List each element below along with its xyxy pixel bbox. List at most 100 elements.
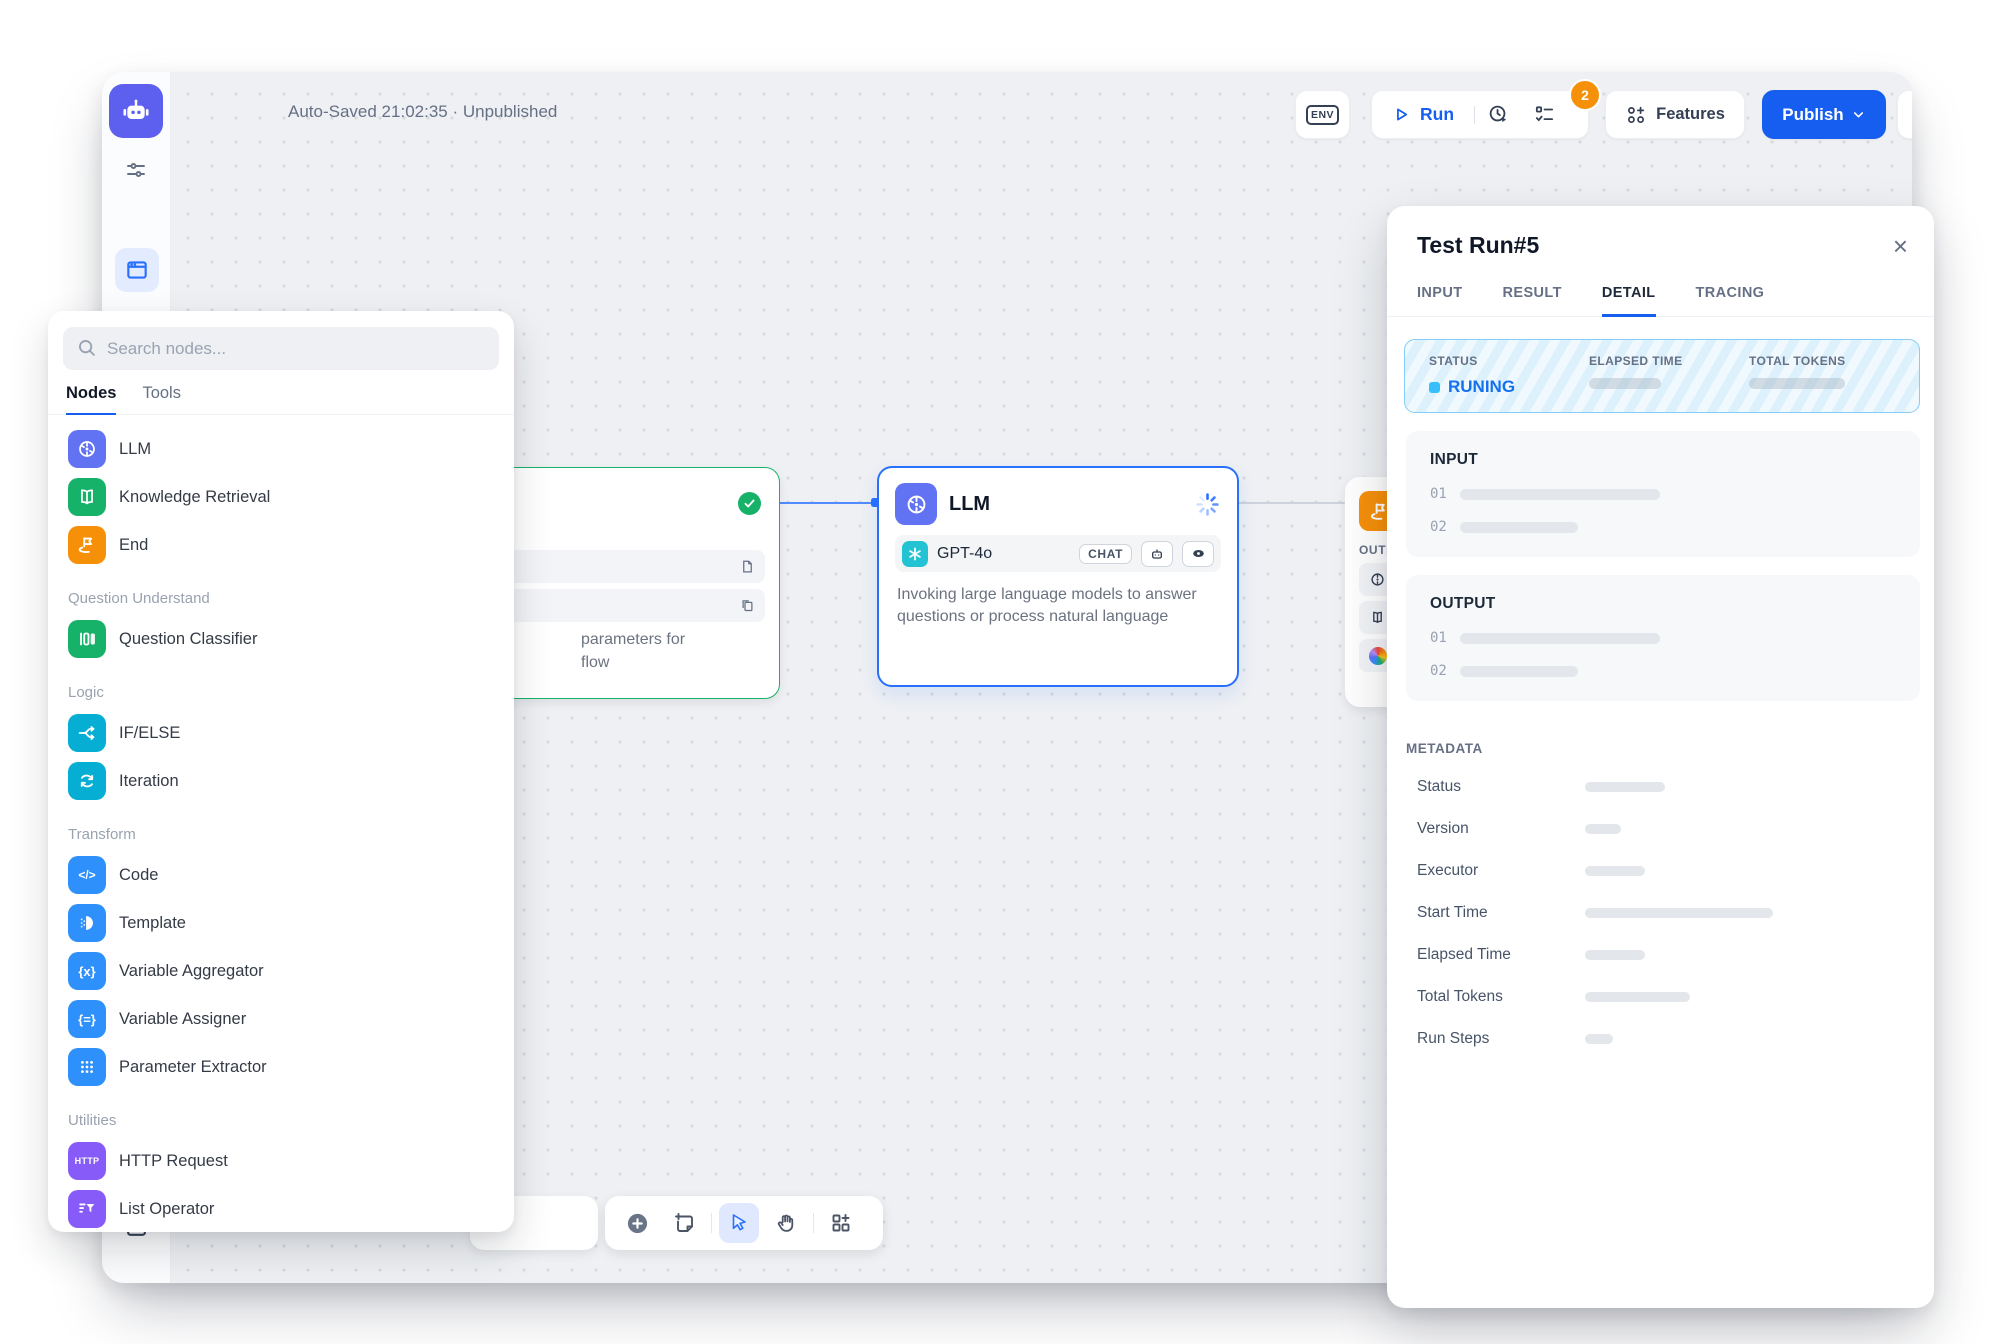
publish-button[interactable]: Publish bbox=[1762, 90, 1886, 139]
row-number: 01 bbox=[1430, 486, 1447, 502]
metadata-row: Executor bbox=[1417, 850, 1934, 892]
divider bbox=[711, 1213, 712, 1233]
row-number: 01 bbox=[1430, 630, 1447, 646]
node-item-code[interactable]: </> Code bbox=[60, 851, 502, 899]
hand-icon bbox=[774, 1211, 798, 1235]
model-name: GPT-4o bbox=[937, 545, 1070, 563]
workflow-settings-icon[interactable] bbox=[122, 156, 150, 184]
canvas-toolbar bbox=[605, 1196, 883, 1250]
search-icon bbox=[76, 337, 98, 359]
env-button[interactable]: ENV bbox=[1295, 90, 1350, 139]
skeleton-bar bbox=[1460, 633, 1660, 644]
openai-icon bbox=[902, 541, 928, 567]
workflow-editor: Auto-Saved 21:02:35 · Unpublished ENV Ru… bbox=[0, 0, 1992, 1344]
panel-title: Test Run#5 bbox=[1417, 232, 1893, 259]
play-icon bbox=[1392, 105, 1411, 124]
node-description: Invoking large language models to answer… bbox=[879, 572, 1237, 628]
skeleton-bar bbox=[1585, 992, 1690, 1002]
skeleton-bar bbox=[1585, 782, 1665, 792]
node-item-question-classifier[interactable]: Question Classifier bbox=[60, 615, 502, 663]
history-button[interactable] bbox=[1897, 90, 1912, 139]
node-item-template[interactable]: Template bbox=[60, 899, 502, 947]
vision-badge[interactable] bbox=[1182, 541, 1214, 567]
metadata-row: Start Time bbox=[1417, 892, 1934, 934]
book-mini-icon bbox=[1369, 609, 1386, 626]
running-spinner-icon bbox=[1194, 491, 1221, 518]
node-item-list-operator[interactable]: List Operator bbox=[60, 1185, 502, 1233]
total-tokens-label: TOTAL TOKENS bbox=[1749, 354, 1909, 368]
node-item-http-request[interactable]: HTTP HTTP Request bbox=[60, 1137, 502, 1185]
add-note-button[interactable] bbox=[664, 1203, 704, 1243]
chevron-down-icon bbox=[1851, 107, 1866, 122]
node-item-variable-assigner[interactable]: {=} Variable Assigner bbox=[60, 995, 502, 1043]
node-item-parameter-extractor[interactable]: Parameter Extractor bbox=[60, 1043, 502, 1091]
running-dot bbox=[1429, 382, 1440, 393]
pointer-tool-button[interactable] bbox=[719, 1203, 759, 1243]
edge-knowledge-to-llm[interactable] bbox=[776, 502, 877, 504]
skeleton-bar bbox=[1585, 866, 1645, 876]
skeleton-bar bbox=[1460, 489, 1660, 500]
branch-icon bbox=[68, 714, 106, 752]
success-check-badge bbox=[738, 492, 761, 515]
metadata-row: Run Steps bbox=[1417, 1018, 1934, 1060]
skeleton-bar bbox=[1585, 1034, 1613, 1044]
robot-icon bbox=[120, 95, 152, 127]
metadata-row: Version bbox=[1417, 808, 1934, 850]
search-nodes-input[interactable] bbox=[63, 327, 499, 370]
features-button[interactable]: Features bbox=[1605, 90, 1745, 139]
layout-organize-icon bbox=[829, 1211, 853, 1235]
node-item-knowledge-retrieval[interactable]: Knowledge Retrieval bbox=[60, 473, 502, 521]
autosave-status: Auto-Saved 21:02:35 · Unpublished bbox=[288, 102, 557, 122]
node-item-iteration[interactable]: Iteration bbox=[60, 757, 502, 805]
checklist-button[interactable] bbox=[1521, 103, 1567, 126]
input-title: INPUT bbox=[1430, 451, 1896, 469]
output-card: OUTPUT 01 02 bbox=[1406, 575, 1920, 701]
close-icon[interactable]: × bbox=[1893, 236, 1908, 256]
agent-badge[interactable] bbox=[1141, 541, 1173, 567]
tab-tools[interactable]: Tools bbox=[142, 384, 181, 414]
elapsed-time-label: ELAPSED TIME bbox=[1589, 354, 1749, 368]
skeleton-bar bbox=[1589, 378, 1661, 389]
braces-x-icon: {x} bbox=[68, 952, 106, 990]
tab-detail[interactable]: DETAIL bbox=[1602, 285, 1656, 317]
app-logo[interactable] bbox=[109, 84, 163, 138]
edge-llm-to-end[interactable] bbox=[1235, 502, 1345, 504]
tab-nodes[interactable]: Nodes bbox=[66, 384, 116, 415]
llm-icon bbox=[68, 430, 106, 468]
tab-tracing[interactable]: TRACING bbox=[1696, 285, 1765, 316]
run-toolbar: Run bbox=[1371, 90, 1589, 139]
blocks-panel-button[interactable] bbox=[115, 248, 159, 292]
model-selector[interactable]: GPT-4o CHAT bbox=[895, 535, 1221, 572]
node-item-if-else[interactable]: IF/ELSE bbox=[60, 709, 502, 757]
schedule-button[interactable] bbox=[1475, 103, 1521, 126]
row-number: 02 bbox=[1430, 663, 1447, 679]
node-picker-panel: Nodes Tools LLM Knowledge Retrieval End … bbox=[48, 311, 514, 1232]
hand-tool-button[interactable] bbox=[766, 1203, 806, 1243]
tab-result[interactable]: RESULT bbox=[1503, 285, 1562, 316]
flag-icon bbox=[68, 526, 106, 564]
code-icon: </> bbox=[68, 856, 106, 894]
run-status-card: STATUS RUNING ELAPSED TIME TOTAL TOKENS bbox=[1404, 339, 1920, 413]
metadata-row: Elapsed Time bbox=[1417, 934, 1934, 976]
add-node-button[interactable] bbox=[617, 1203, 657, 1243]
run-button[interactable]: Run bbox=[1372, 104, 1474, 125]
organize-blocks-button[interactable] bbox=[821, 1203, 861, 1243]
llm-mini-icon bbox=[1369, 571, 1386, 588]
status-value: RUNING bbox=[1448, 377, 1515, 397]
notification-badge: 2 bbox=[1569, 79, 1601, 111]
node-item-llm[interactable]: LLM bbox=[60, 425, 502, 473]
node-panel-tabs: Nodes Tools bbox=[48, 370, 514, 415]
tab-input[interactable]: INPUT bbox=[1417, 285, 1463, 316]
input-card: INPUT 01 02 bbox=[1406, 431, 1920, 557]
metadata-row: Status bbox=[1417, 766, 1934, 808]
http-icon: HTTP bbox=[68, 1142, 106, 1180]
skeleton-bar bbox=[1749, 378, 1845, 389]
env-icon: ENV bbox=[1306, 105, 1339, 125]
robot-badge-icon bbox=[1149, 546, 1165, 562]
dots-grid-icon bbox=[68, 1048, 106, 1086]
llm-node[interactable]: LLM bbox=[877, 466, 1239, 687]
node-item-variable-aggregator[interactable]: {x} Variable Aggregator bbox=[60, 947, 502, 995]
skeleton-bar bbox=[1460, 666, 1578, 677]
node-item-end[interactable]: End bbox=[60, 521, 502, 569]
node-list: LLM Knowledge Retrieval End Question Und… bbox=[48, 415, 514, 1233]
